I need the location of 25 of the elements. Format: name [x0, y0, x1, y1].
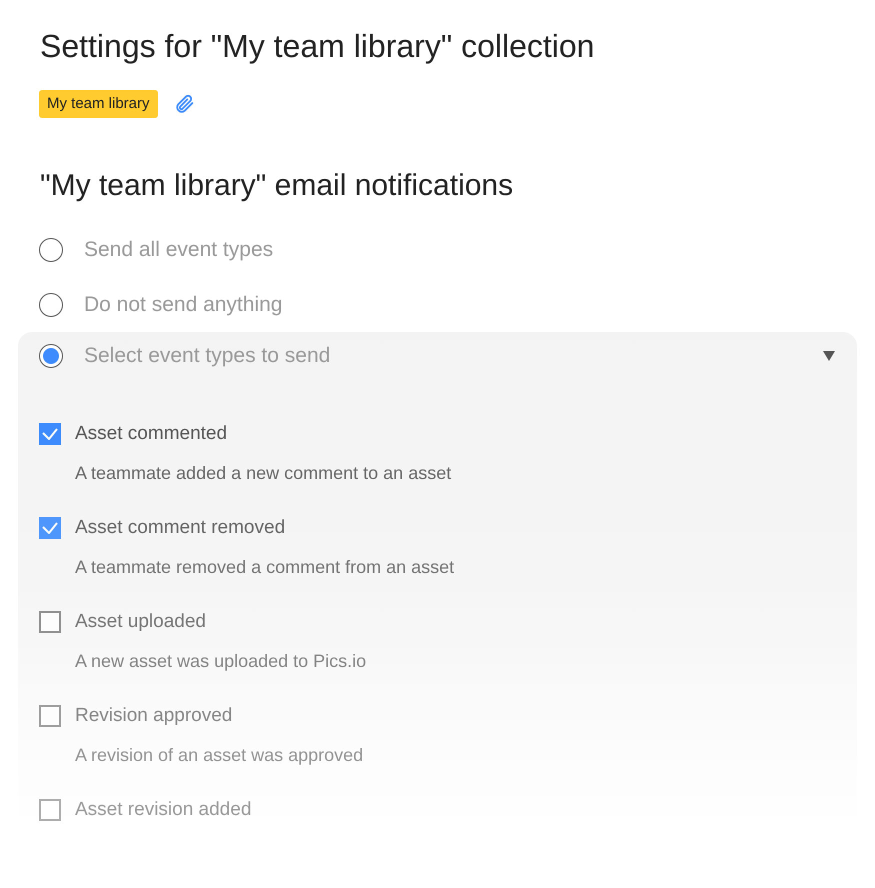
- event-label[interactable]: Asset commented: [75, 420, 228, 448]
- radio-label[interactable]: Do not send anything: [84, 288, 282, 320]
- event-description: A teammate added a new comment to an asset: [75, 462, 452, 485]
- caret-down-icon[interactable]: [823, 351, 835, 361]
- section-heading: "My team library" email notifications: [40, 168, 514, 204]
- radio-button[interactable]: [39, 238, 63, 262]
- checkbox[interactable]: [39, 611, 61, 633]
- event-description: A teammate removed a comment from an asset: [75, 556, 456, 579]
- checkbox[interactable]: [39, 517, 61, 539]
- radio-label[interactable]: Select event types to send: [84, 340, 330, 372]
- event-label[interactable]: Asset uploaded: [75, 608, 206, 636]
- radio-button[interactable]: [39, 292, 63, 316]
- checkbox[interactable]: [39, 705, 61, 727]
- radio-button[interactable]: [39, 344, 63, 368]
- collection-tag[interactable]: My team library: [39, 90, 158, 118]
- event-label[interactable]: Asset comment removed: [75, 514, 286, 542]
- event-label[interactable]: Revision approved: [75, 702, 232, 730]
- page-title: Settings for "My team library" collection: [40, 27, 596, 66]
- radio-label[interactable]: Send all event types: [84, 234, 274, 266]
- event-label[interactable]: Asset revision added: [75, 796, 252, 824]
- paperclip-icon[interactable]: [174, 93, 196, 115]
- event-description: A revision of an asset was approved: [75, 744, 364, 767]
- checkbox[interactable]: [39, 423, 61, 445]
- event-description: A new asset was uploaded to Pics.io: [75, 650, 368, 673]
- checkbox[interactable]: [39, 799, 61, 821]
